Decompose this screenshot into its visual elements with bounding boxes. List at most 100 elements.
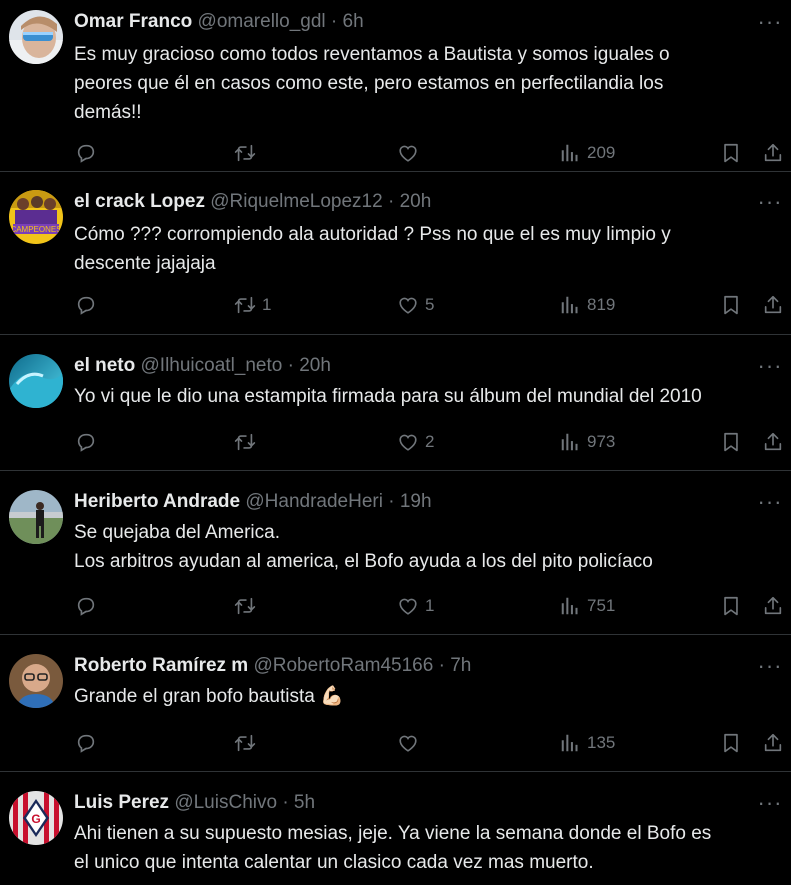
more-options-icon[interactable]: ··· xyxy=(757,653,783,678)
share-button[interactable] xyxy=(762,140,784,166)
user-handle[interactable]: @omarello_gdl xyxy=(198,11,326,32)
more-options-icon[interactable]: ··· xyxy=(757,353,783,378)
more-options-icon[interactable]: ··· xyxy=(757,790,783,815)
tweet-text-line: descente jajajaja xyxy=(74,253,216,274)
timestamp[interactable]: · 6h xyxy=(331,11,364,32)
tweet-text-line: Ahi tienen a su supuesto mesias, jeje. Y… xyxy=(74,823,712,844)
bookmark-button[interactable] xyxy=(720,429,742,455)
tweet-text: Ahi tienen a su supuesto mesias, jeje. Y… xyxy=(74,819,777,877)
display-name[interactable]: Roberto Ramírez m xyxy=(74,655,248,676)
tweet[interactable]: el neto @Ilhuicoatl_neto · 20h ··· Yo vi q… xyxy=(0,335,791,471)
views-icon xyxy=(559,142,581,164)
share-icon xyxy=(762,142,784,164)
tweet-header: Roberto Ramírez m @RobertoRam45166 · 7h xyxy=(74,654,731,678)
tweet-actions: 135 xyxy=(0,730,791,756)
views-icon xyxy=(559,595,581,617)
user-handle[interactable]: @HandradeHeri xyxy=(245,491,383,512)
tweet-actions: 1 5 819 xyxy=(0,292,791,318)
tweet-actions: 209 xyxy=(0,140,791,166)
tweet-text: Cómo ??? corrompiendo ala autoridad ? Ps… xyxy=(74,220,777,278)
retweet-button[interactable] xyxy=(234,593,262,619)
display-name[interactable]: Heriberto Andrade xyxy=(74,491,240,512)
timestamp[interactable]: · 19h xyxy=(388,491,431,512)
avatar[interactable]: CAMPEONES xyxy=(9,190,63,244)
share-button[interactable] xyxy=(762,593,784,619)
like-button[interactable]: 5 xyxy=(397,292,434,318)
tweet[interactable]: Omar Franco @omarello_gdl · 6h ··· Es muy … xyxy=(0,0,791,172)
views-button[interactable]: 135 xyxy=(559,730,615,756)
timestamp[interactable]: · 5h xyxy=(282,792,315,813)
avatar[interactable] xyxy=(9,354,63,408)
views-count: 973 xyxy=(587,432,616,451)
like-button[interactable]: 2 xyxy=(397,429,434,455)
tweet[interactable]: Heriberto Andrade @HandradeHeri · 19h ···… xyxy=(0,471,791,635)
avatar[interactable] xyxy=(9,654,63,708)
like-icon xyxy=(397,431,419,453)
display-name[interactable]: el neto xyxy=(74,355,135,376)
reply-button[interactable] xyxy=(75,140,103,166)
like-button[interactable] xyxy=(397,140,425,166)
reply-icon xyxy=(75,595,97,617)
bookmark-button[interactable] xyxy=(720,730,742,756)
user-handle[interactable]: @RiquelmeLopez12 xyxy=(210,191,382,212)
avatar[interactable]: G xyxy=(9,791,63,845)
bookmark-button[interactable] xyxy=(720,292,742,318)
like-icon xyxy=(397,732,419,754)
views-button[interactable]: 209 xyxy=(559,140,615,166)
share-button[interactable] xyxy=(762,429,784,455)
like-button[interactable] xyxy=(397,730,425,756)
bookmark-icon xyxy=(720,294,742,316)
retweet-icon xyxy=(234,595,256,617)
tweet[interactable]: Roberto Ramírez m @RobertoRam45166 · 7h ·… xyxy=(0,635,791,772)
tweet[interactable]: CAMPEONES el crack Lopez @RiquelmeLopez12… xyxy=(0,172,791,335)
reply-button[interactable] xyxy=(75,593,103,619)
reply-button[interactable] xyxy=(75,429,103,455)
views-button[interactable]: 751 xyxy=(559,593,615,619)
views-button[interactable]: 819 xyxy=(559,292,615,318)
tweet-actions: 1 751 xyxy=(0,593,791,619)
retweet-button[interactable]: 1 xyxy=(234,292,271,318)
retweet-icon xyxy=(234,142,256,164)
avatar[interactable] xyxy=(9,490,63,544)
tweet-header: el neto @Ilhuicoatl_neto · 20h xyxy=(74,354,731,378)
svg-text:G: G xyxy=(31,812,40,826)
more-options-icon[interactable]: ··· xyxy=(757,489,783,514)
display-name[interactable]: Luis Perez xyxy=(74,792,169,813)
tweet-text-line: el unico que intenta calentar un clasico… xyxy=(74,852,594,873)
retweet-button[interactable] xyxy=(234,429,262,455)
bookmark-button[interactable] xyxy=(720,593,742,619)
avatar[interactable] xyxy=(9,10,63,64)
timestamp[interactable]: · 7h xyxy=(439,655,472,676)
views-button[interactable]: 973 xyxy=(559,429,615,455)
retweets-count: 1 xyxy=(262,295,272,314)
views-count: 209 xyxy=(587,143,616,162)
timestamp[interactable]: · 20h xyxy=(288,355,331,376)
user-handle[interactable]: @RobertoRam45166 xyxy=(253,655,433,676)
timestamp[interactable]: · 20h xyxy=(388,191,431,212)
like-icon xyxy=(397,595,419,617)
more-options-icon[interactable]: ··· xyxy=(757,9,783,34)
tweet-text-line: Se quejaba del America. xyxy=(74,522,280,543)
display-name[interactable]: Omar Franco xyxy=(74,11,192,32)
tweet[interactable]: G Luis Perez @LuisChivo · 5h ··· Ahi tienen… xyxy=(0,772,791,885)
reply-button[interactable] xyxy=(75,730,103,756)
retweet-button[interactable] xyxy=(234,730,262,756)
views-count: 135 xyxy=(587,733,616,752)
share-button[interactable] xyxy=(762,292,784,318)
views-icon xyxy=(559,431,581,453)
tweet-header: Heriberto Andrade @HandradeHeri · 19h xyxy=(74,490,731,514)
reply-button[interactable] xyxy=(75,292,103,318)
display-name[interactable]: el crack Lopez xyxy=(74,191,205,212)
share-button[interactable] xyxy=(762,730,784,756)
more-options-icon[interactable]: ··· xyxy=(757,189,783,214)
user-handle[interactable]: @LuisChivo xyxy=(174,792,277,813)
bookmark-button[interactable] xyxy=(720,140,742,166)
like-icon xyxy=(397,294,419,316)
like-button[interactable]: 1 xyxy=(397,593,434,619)
tweet-text-line: Cómo ??? corrompiendo ala autoridad ? Ps… xyxy=(74,224,671,245)
retweet-button[interactable] xyxy=(234,140,262,166)
user-handle[interactable]: @Ilhuicoatl_neto xyxy=(141,355,283,376)
tweet-text: Es muy gracioso como todos reventamos a … xyxy=(74,40,777,127)
views-count: 751 xyxy=(587,596,616,615)
bookmark-icon xyxy=(720,595,742,617)
